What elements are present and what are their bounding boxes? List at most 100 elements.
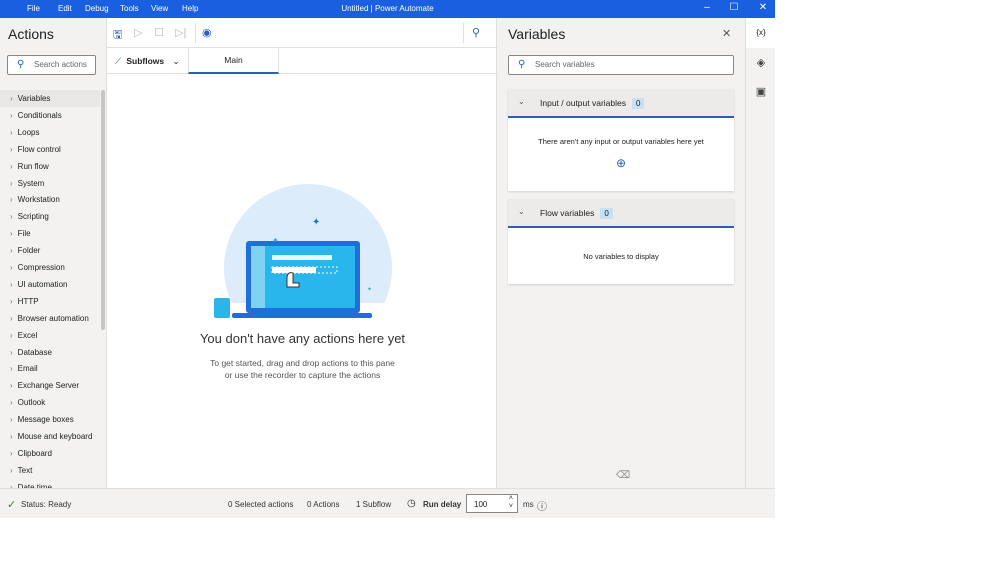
layers-icon[interactable]: ◈ (746, 56, 776, 69)
action-category-workstation[interactable]: › Workstation (10, 195, 60, 204)
add-variable-icon[interactable]: ⊕ (508, 156, 734, 170)
action-category-label: Exchange Server (17, 381, 80, 391)
actions-scrollbar[interactable] (101, 90, 105, 330)
action-category-exchange-server[interactable]: › Exchange Server (10, 381, 79, 390)
action-category-ui-automation[interactable]: › UI automation (10, 280, 67, 289)
action-category-conditionals[interactable]: › Conditionals (10, 111, 62, 120)
minimize-icon[interactable]: – (697, 2, 717, 13)
next-step-icon[interactable]: ▷| (175, 26, 186, 39)
menu-debug[interactable]: Debug (85, 4, 109, 13)
chevron-right-icon: › (10, 161, 13, 171)
action-category-folder[interactable]: › Folder (10, 246, 40, 255)
action-category-run-flow[interactable]: › Run flow (10, 162, 49, 171)
action-category-label: Mouse and keyboard (17, 432, 93, 441)
close-pane-icon[interactable]: ✕ (722, 27, 731, 40)
action-category-label: Text (17, 465, 33, 475)
menu-edit[interactable]: Edit (58, 4, 72, 13)
action-category-variables[interactable]: › Variables (10, 94, 50, 103)
action-category-scripting[interactable]: › Scripting (10, 212, 49, 221)
io-empty-text: There aren't any input or output variabl… (538, 137, 704, 146)
action-category-label: Excel (17, 330, 38, 340)
action-category-label: Flow control (17, 144, 61, 154)
io-variables-header[interactable]: ⌄ Input / output variables 0 (508, 89, 734, 118)
search-flow-icon[interactable]: ⚲ (472, 26, 480, 39)
menu-file[interactable]: File (27, 4, 40, 13)
run-icon[interactable]: ▷ (134, 26, 142, 39)
chevron-right-icon: › (10, 229, 13, 239)
designer-pane: 🖫 ▷ ☐ ▷| ◉ ⚲ ⟋ Subflows ⌄ Main ✦ ✦ ✦ You… (106, 18, 498, 488)
chevron-right-icon: › (10, 279, 13, 289)
chevron-right-icon: › (10, 448, 13, 458)
action-category-label: UI automation (17, 279, 68, 289)
variables-rail-button[interactable]: {x} (746, 18, 776, 48)
spinner-icon[interactable]: ˄ ˅ (509, 495, 513, 511)
selected-actions-count: 0 Selected actions (228, 500, 294, 509)
chevron-right-icon: › (10, 465, 13, 475)
window-title: Untitled | Power Automate (341, 4, 434, 13)
clock-icon: ◷ (407, 498, 416, 509)
toolbar: 🖫 ▷ ☐ ▷| ◉ ⚲ (107, 18, 498, 48)
action-category-label: Variables (17, 94, 51, 103)
images-icon[interactable]: ▣ (746, 85, 776, 98)
info-icon[interactable]: ⓘ (537, 498, 547, 513)
chevron-down-icon: ⌄ (518, 207, 525, 216)
search-icon: ⚲ (518, 59, 526, 70)
action-category-excel[interactable]: › Excel (10, 331, 37, 340)
run-delay-input[interactable]: 100 ˄ ˅ (466, 494, 518, 513)
action-category-label: HTTP (17, 296, 39, 306)
status-bar: ✓ Status: Ready 0 Selected actions 0 Act… (0, 488, 775, 518)
search-actions-input[interactable]: ⚲ Search actions (7, 55, 96, 75)
tab-main[interactable]: Main (188, 48, 279, 74)
maximize-icon[interactable]: ☐ (724, 2, 744, 13)
variables-pane: Variables ✕ ⚲ Search variables ⌄ Input / … (498, 18, 745, 488)
search-variables-input[interactable]: ⚲ Search variables (508, 55, 734, 75)
svg-text:✦: ✦ (272, 236, 279, 245)
action-category-text[interactable]: › Text (10, 466, 32, 475)
action-category-mouse-and-keyboard[interactable]: › Mouse and keyboard (10, 432, 92, 441)
subflows-dropdown[interactable]: ⟋ Subflows ⌄ (115, 56, 180, 67)
flow-count-badge: 0 (600, 208, 613, 219)
flow-variables-section: ⌄ Flow variables 0 No variables to displa… (508, 199, 734, 284)
action-category-loops[interactable]: › Loops (10, 128, 39, 137)
chevron-right-icon: › (10, 313, 13, 323)
action-category-label: Compression (17, 263, 65, 272)
right-rail: {x} ◈ ▣ (745, 18, 776, 488)
chevron-right-icon: › (10, 364, 13, 374)
action-category-email[interactable]: › Email (10, 364, 38, 373)
eraser-icon[interactable]: ⌫ (616, 470, 630, 481)
action-category-file[interactable]: › File (10, 229, 31, 238)
close-window-icon[interactable]: ✕ (753, 2, 773, 13)
search-placeholder: Search variables (535, 60, 595, 69)
actions-count: 0 Actions (307, 500, 340, 509)
chevron-right-icon: › (10, 381, 13, 391)
action-category-system[interactable]: › System (10, 179, 44, 188)
chevron-right-icon: › (10, 398, 13, 408)
action-category-browser-automation[interactable]: › Browser automation (10, 314, 89, 323)
flow-variables-header[interactable]: ⌄ Flow variables 0 (508, 199, 734, 228)
action-category-clipboard[interactable]: › Clipboard (10, 449, 52, 458)
save-icon[interactable]: 🖫 (113, 26, 122, 45)
tab-bar: ⟋ Subflows ⌄ Main (107, 48, 498, 74)
title-bar: Untitled | Power Automate File Edit Debu… (0, 0, 775, 18)
action-category-compression[interactable]: › Compression (10, 263, 65, 272)
action-category-database[interactable]: › Database (10, 348, 52, 357)
menu-help[interactable]: Help (182, 4, 198, 13)
action-category-message-boxes[interactable]: › Message boxes (10, 415, 74, 424)
action-category-label: Database (17, 347, 52, 357)
chevron-right-icon: › (10, 415, 13, 425)
action-category-outlook[interactable]: › Outlook (10, 398, 45, 407)
menu-view[interactable]: View (151, 4, 168, 13)
action-category-label: Email (17, 364, 38, 374)
run-delay-label: Run delay (423, 500, 462, 509)
stop-icon[interactable]: ☐ (154, 26, 164, 39)
chevron-right-icon: › (10, 127, 13, 137)
recorder-icon[interactable]: ◉ (202, 26, 212, 39)
action-category-label: File (17, 229, 31, 239)
chevron-right-icon: › (10, 330, 13, 340)
action-category-label: Run flow (17, 161, 49, 171)
flow-empty-text: No variables to display (583, 252, 659, 261)
action-category-http[interactable]: › HTTP (10, 297, 39, 306)
action-category-label: Folder (17, 246, 41, 256)
menu-tools[interactable]: Tools (120, 4, 139, 13)
action-category-flow-control[interactable]: › Flow control (10, 145, 61, 154)
